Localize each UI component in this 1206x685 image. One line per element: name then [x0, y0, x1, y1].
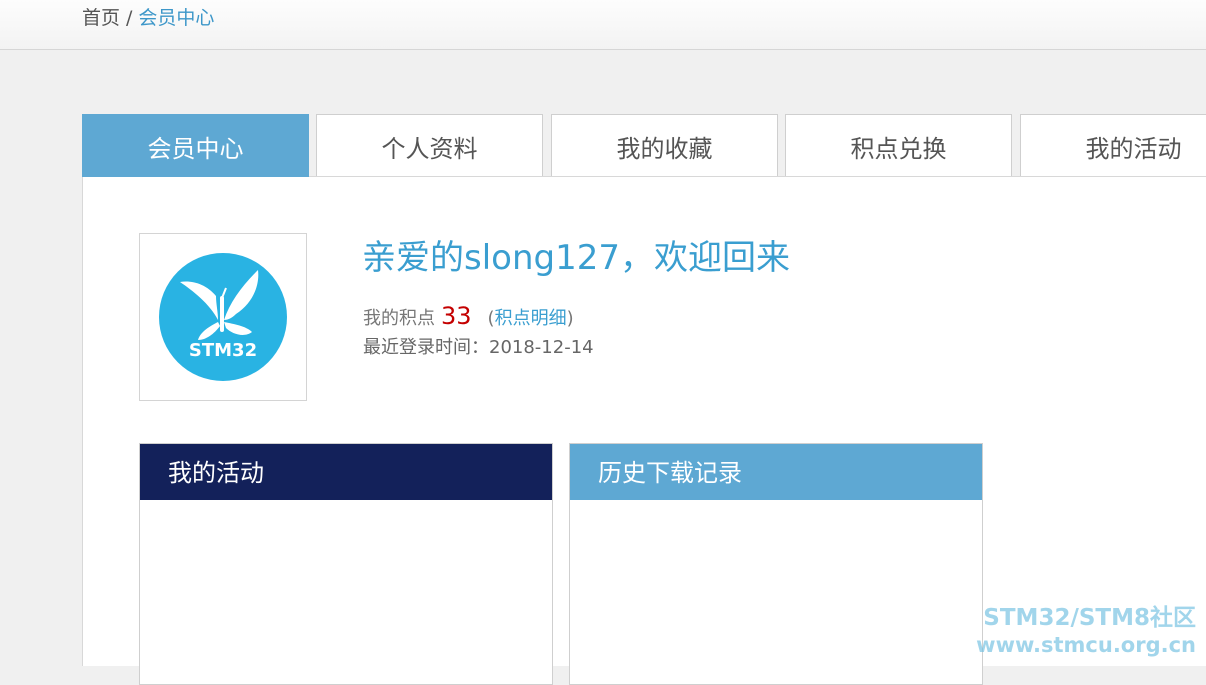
- breadcrumb-current: 会员中心: [138, 7, 215, 29]
- points-detail-link[interactable]: 积点明细: [495, 308, 567, 329]
- avatar-logo-text: STM32: [189, 340, 257, 361]
- my-activities-card: 我的活动: [139, 443, 553, 685]
- download-history-title: 历史下载记录: [570, 444, 982, 500]
- points-detail-open: (: [487, 308, 495, 329]
- my-activities-title: 我的活动: [140, 444, 552, 500]
- breadcrumb-separator: /: [126, 7, 133, 29]
- points-line: 我的积点 33 (积点明细): [363, 300, 574, 335]
- top-bar: 首页 / 会员中心: [0, 0, 1206, 50]
- avatar[interactable]: STM32: [139, 233, 307, 401]
- tab-member-center[interactable]: 会员中心: [82, 114, 309, 177]
- stm32-logo-icon: STM32: [159, 253, 287, 381]
- tab-my-activities[interactable]: 我的活动: [1020, 114, 1206, 176]
- watermark-line1: STM32/STM8社区: [983, 605, 1196, 631]
- welcome-message: 亲爱的slong127，欢迎回来: [362, 238, 790, 278]
- download-history-card: 历史下载记录: [569, 443, 983, 685]
- breadcrumb: 首页 / 会员中心: [82, 6, 214, 30]
- tab-points-exchange[interactable]: 积点兑换: [785, 114, 1012, 176]
- breadcrumb-home-link[interactable]: 首页: [82, 7, 120, 29]
- points-detail-close: ): [566, 308, 574, 329]
- watermark: STM32/STM8社区 www.stmcu.org.cn: [976, 604, 1196, 658]
- points-label: 我的积点: [363, 308, 435, 329]
- watermark-line2: www.stmcu.org.cn: [976, 633, 1196, 657]
- tab-favorites[interactable]: 我的收藏: [551, 114, 778, 176]
- points-value: 33: [441, 302, 472, 330]
- tab-profile[interactable]: 个人资料: [316, 114, 543, 176]
- last-login: 最近登录时间：2018-12-14: [363, 337, 594, 358]
